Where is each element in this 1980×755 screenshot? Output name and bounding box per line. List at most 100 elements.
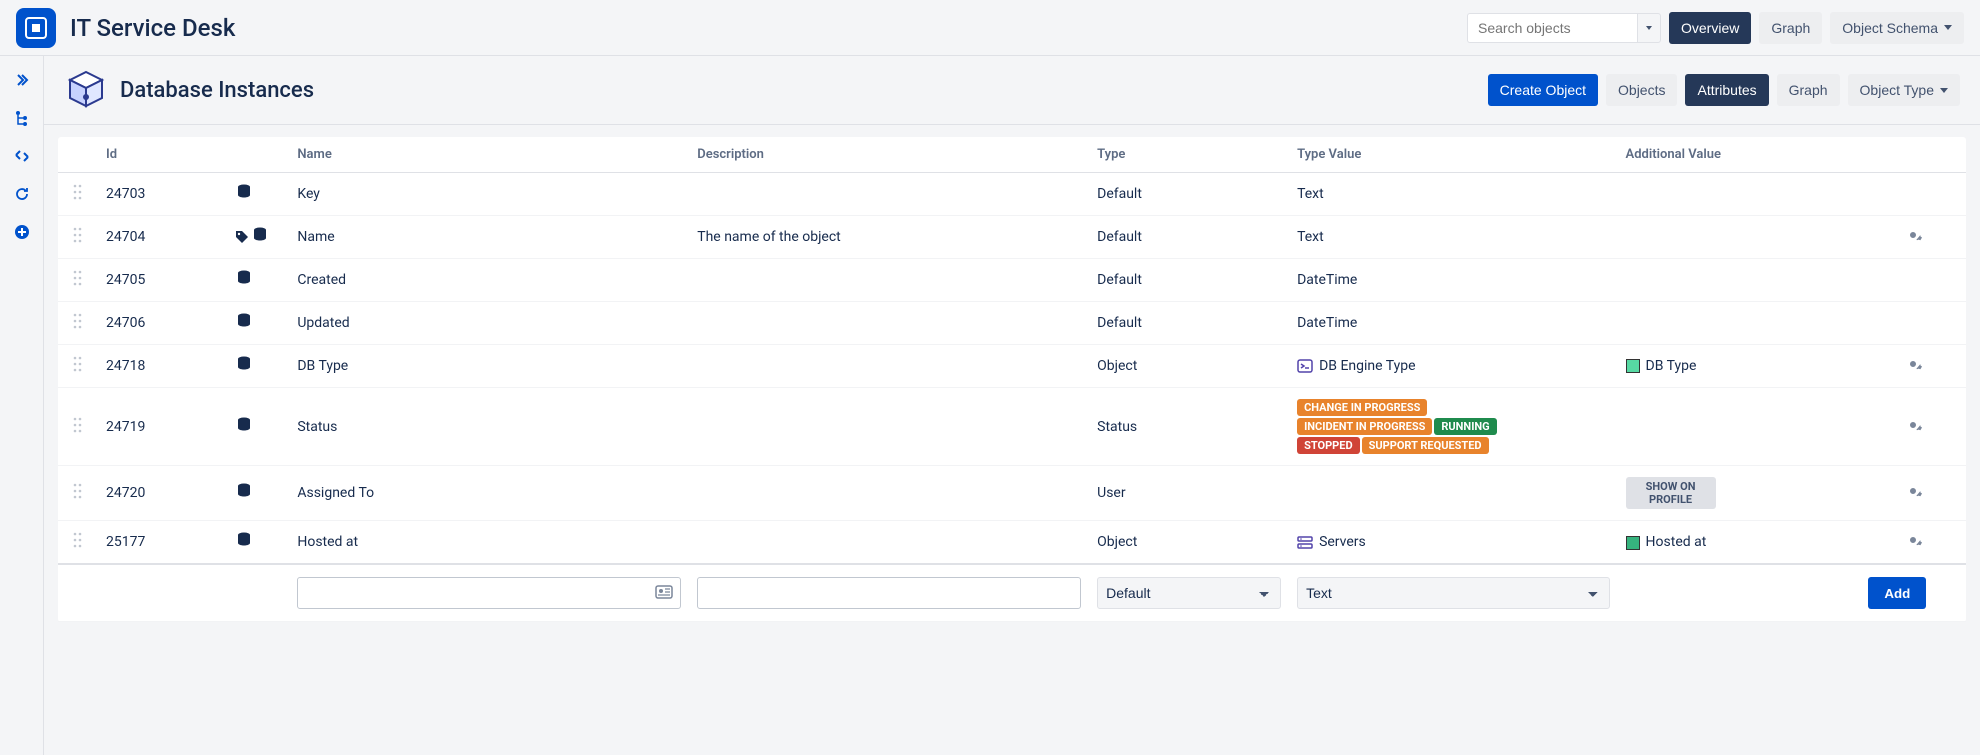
add-attribute-row: Default Text Add [58, 564, 1966, 622]
new-attribute-type-select[interactable]: Default [1097, 577, 1281, 609]
chevron-down-icon [1944, 25, 1952, 30]
overview-button[interactable]: Overview [1669, 12, 1751, 44]
tab-graph[interactable]: Graph [1777, 74, 1840, 106]
drag-handle-icon[interactable] [73, 483, 83, 503]
row-id: 24718 [98, 345, 227, 388]
col-type-value: Type Value [1289, 137, 1617, 173]
database-icon [235, 537, 253, 553]
section-header-left: Database Instances [64, 68, 314, 112]
graph-button[interactable]: Graph [1759, 12, 1822, 44]
row-id: 25177 [98, 521, 227, 565]
additional-value-text: DB Type [1646, 358, 1697, 374]
table-row: 24704 NameThe name of the objectDefault Te… [58, 216, 1966, 259]
show-on-profile-badge: SHOW ONPROFILE [1626, 477, 1716, 509]
row-name: Status [289, 388, 689, 466]
row-name: Assigned To [289, 466, 689, 521]
search-input[interactable] [1467, 13, 1637, 43]
card-icon [655, 583, 673, 605]
row-type: Default [1089, 216, 1289, 259]
new-attribute-name-input[interactable] [297, 577, 681, 609]
drag-handle-icon[interactable] [73, 184, 83, 204]
row-id: 24720 [98, 466, 227, 521]
new-attribute-description-input[interactable] [697, 577, 1081, 609]
status-badge: INCIDENT IN PROGRESS [1297, 418, 1432, 435]
create-object-button[interactable]: Create Object [1488, 74, 1598, 106]
type-value-text: DateTime [1297, 272, 1357, 288]
type-value-text: Text [1297, 229, 1324, 245]
drag-handle-icon[interactable] [73, 313, 83, 333]
row-name: Created [289, 259, 689, 302]
gear-icon[interactable] [1904, 537, 1922, 553]
row-type: Object [1089, 345, 1289, 388]
database-icon [235, 318, 253, 334]
app-logo [16, 8, 56, 48]
chevron-down-icon [1940, 88, 1948, 93]
gear-icon[interactable] [1904, 232, 1922, 248]
drag-handle-icon[interactable] [73, 227, 83, 247]
tree-icon[interactable] [12, 108, 32, 128]
topbar-right: Overview Graph Object Schema [1467, 12, 1964, 44]
add-button[interactable]: Add [1868, 577, 1926, 609]
object-type-button[interactable]: Object Type [1848, 74, 1960, 106]
object-schema-label: Object Schema [1842, 20, 1938, 36]
chevron-down-icon [1646, 26, 1652, 30]
table-row: 24705CreatedDefaultDateTime [58, 259, 1966, 302]
new-attribute-type-value-select[interactable]: Text [1297, 577, 1609, 609]
tab-attributes[interactable]: Attributes [1685, 74, 1768, 106]
table-row: 24706UpdatedDefaultDateTime [58, 302, 1966, 345]
gear-icon[interactable] [1904, 422, 1922, 438]
color-swatch [1626, 359, 1640, 373]
gear-icon[interactable] [1904, 361, 1922, 377]
row-description: The name of the object [689, 216, 1089, 259]
app-title: IT Service Desk [70, 14, 235, 42]
color-swatch [1626, 536, 1640, 550]
search-dropdown-toggle[interactable] [1637, 13, 1661, 43]
topbar-left: IT Service Desk [16, 8, 235, 48]
app-logo-icon [24, 16, 48, 40]
main: Database Instances Create Object Objects… [44, 56, 1980, 755]
row-description [689, 345, 1089, 388]
database-icon [235, 189, 253, 205]
add-icon[interactable] [12, 222, 32, 242]
drag-handle-icon[interactable] [73, 356, 83, 376]
servers-icon [1297, 535, 1313, 551]
collapse-icon[interactable] [12, 146, 32, 166]
section-actions: Create Object Objects Attributes Graph O… [1488, 74, 1960, 106]
drag-handle-icon[interactable] [73, 532, 83, 552]
col-id: Id [98, 137, 227, 173]
type-value-text: DateTime [1297, 315, 1357, 331]
row-id: 24704 [98, 216, 227, 259]
status-badge: CHANGE IN PROGRESS [1297, 399, 1427, 416]
object-type-label: Object Type [1860, 82, 1934, 98]
row-description [689, 259, 1089, 302]
col-name: Name [289, 137, 689, 173]
body: Database Instances Create Object Objects… [0, 56, 1980, 755]
row-name: Updated [289, 302, 689, 345]
table-row: 24720Assigned ToUserSHOW ONPROFILE [58, 466, 1966, 521]
row-description [689, 302, 1089, 345]
tab-objects[interactable]: Objects [1606, 74, 1677, 106]
database-icon [235, 422, 253, 438]
status-badge: RUNNING [1434, 418, 1496, 435]
row-type: Default [1089, 259, 1289, 302]
additional-value-text: Hosted at [1646, 534, 1707, 550]
section-header: Database Instances Create Object Objects… [44, 56, 1980, 125]
gear-icon[interactable] [1904, 488, 1922, 504]
row-name: Name [289, 216, 689, 259]
section-title: Database Instances [120, 78, 314, 103]
expand-icon[interactable] [12, 70, 32, 90]
row-name: DB Type [289, 345, 689, 388]
object-schema-button[interactable]: Object Schema [1830, 12, 1964, 44]
row-id: 24706 [98, 302, 227, 345]
table-row: 24719StatusStatusCHANGE IN PROGRESSINCID… [58, 388, 1966, 466]
col-type: Type [1089, 137, 1289, 173]
refresh-icon[interactable] [12, 184, 32, 204]
row-name: Key [289, 173, 689, 216]
tag-icon [235, 232, 249, 248]
drag-handle-icon[interactable] [73, 417, 83, 437]
database-icon [235, 275, 253, 291]
row-description [689, 388, 1089, 466]
drag-handle-icon[interactable] [73, 270, 83, 290]
table-row: 25177Hosted atObjectServersHosted at [58, 521, 1966, 565]
col-description: Description [689, 137, 1089, 173]
